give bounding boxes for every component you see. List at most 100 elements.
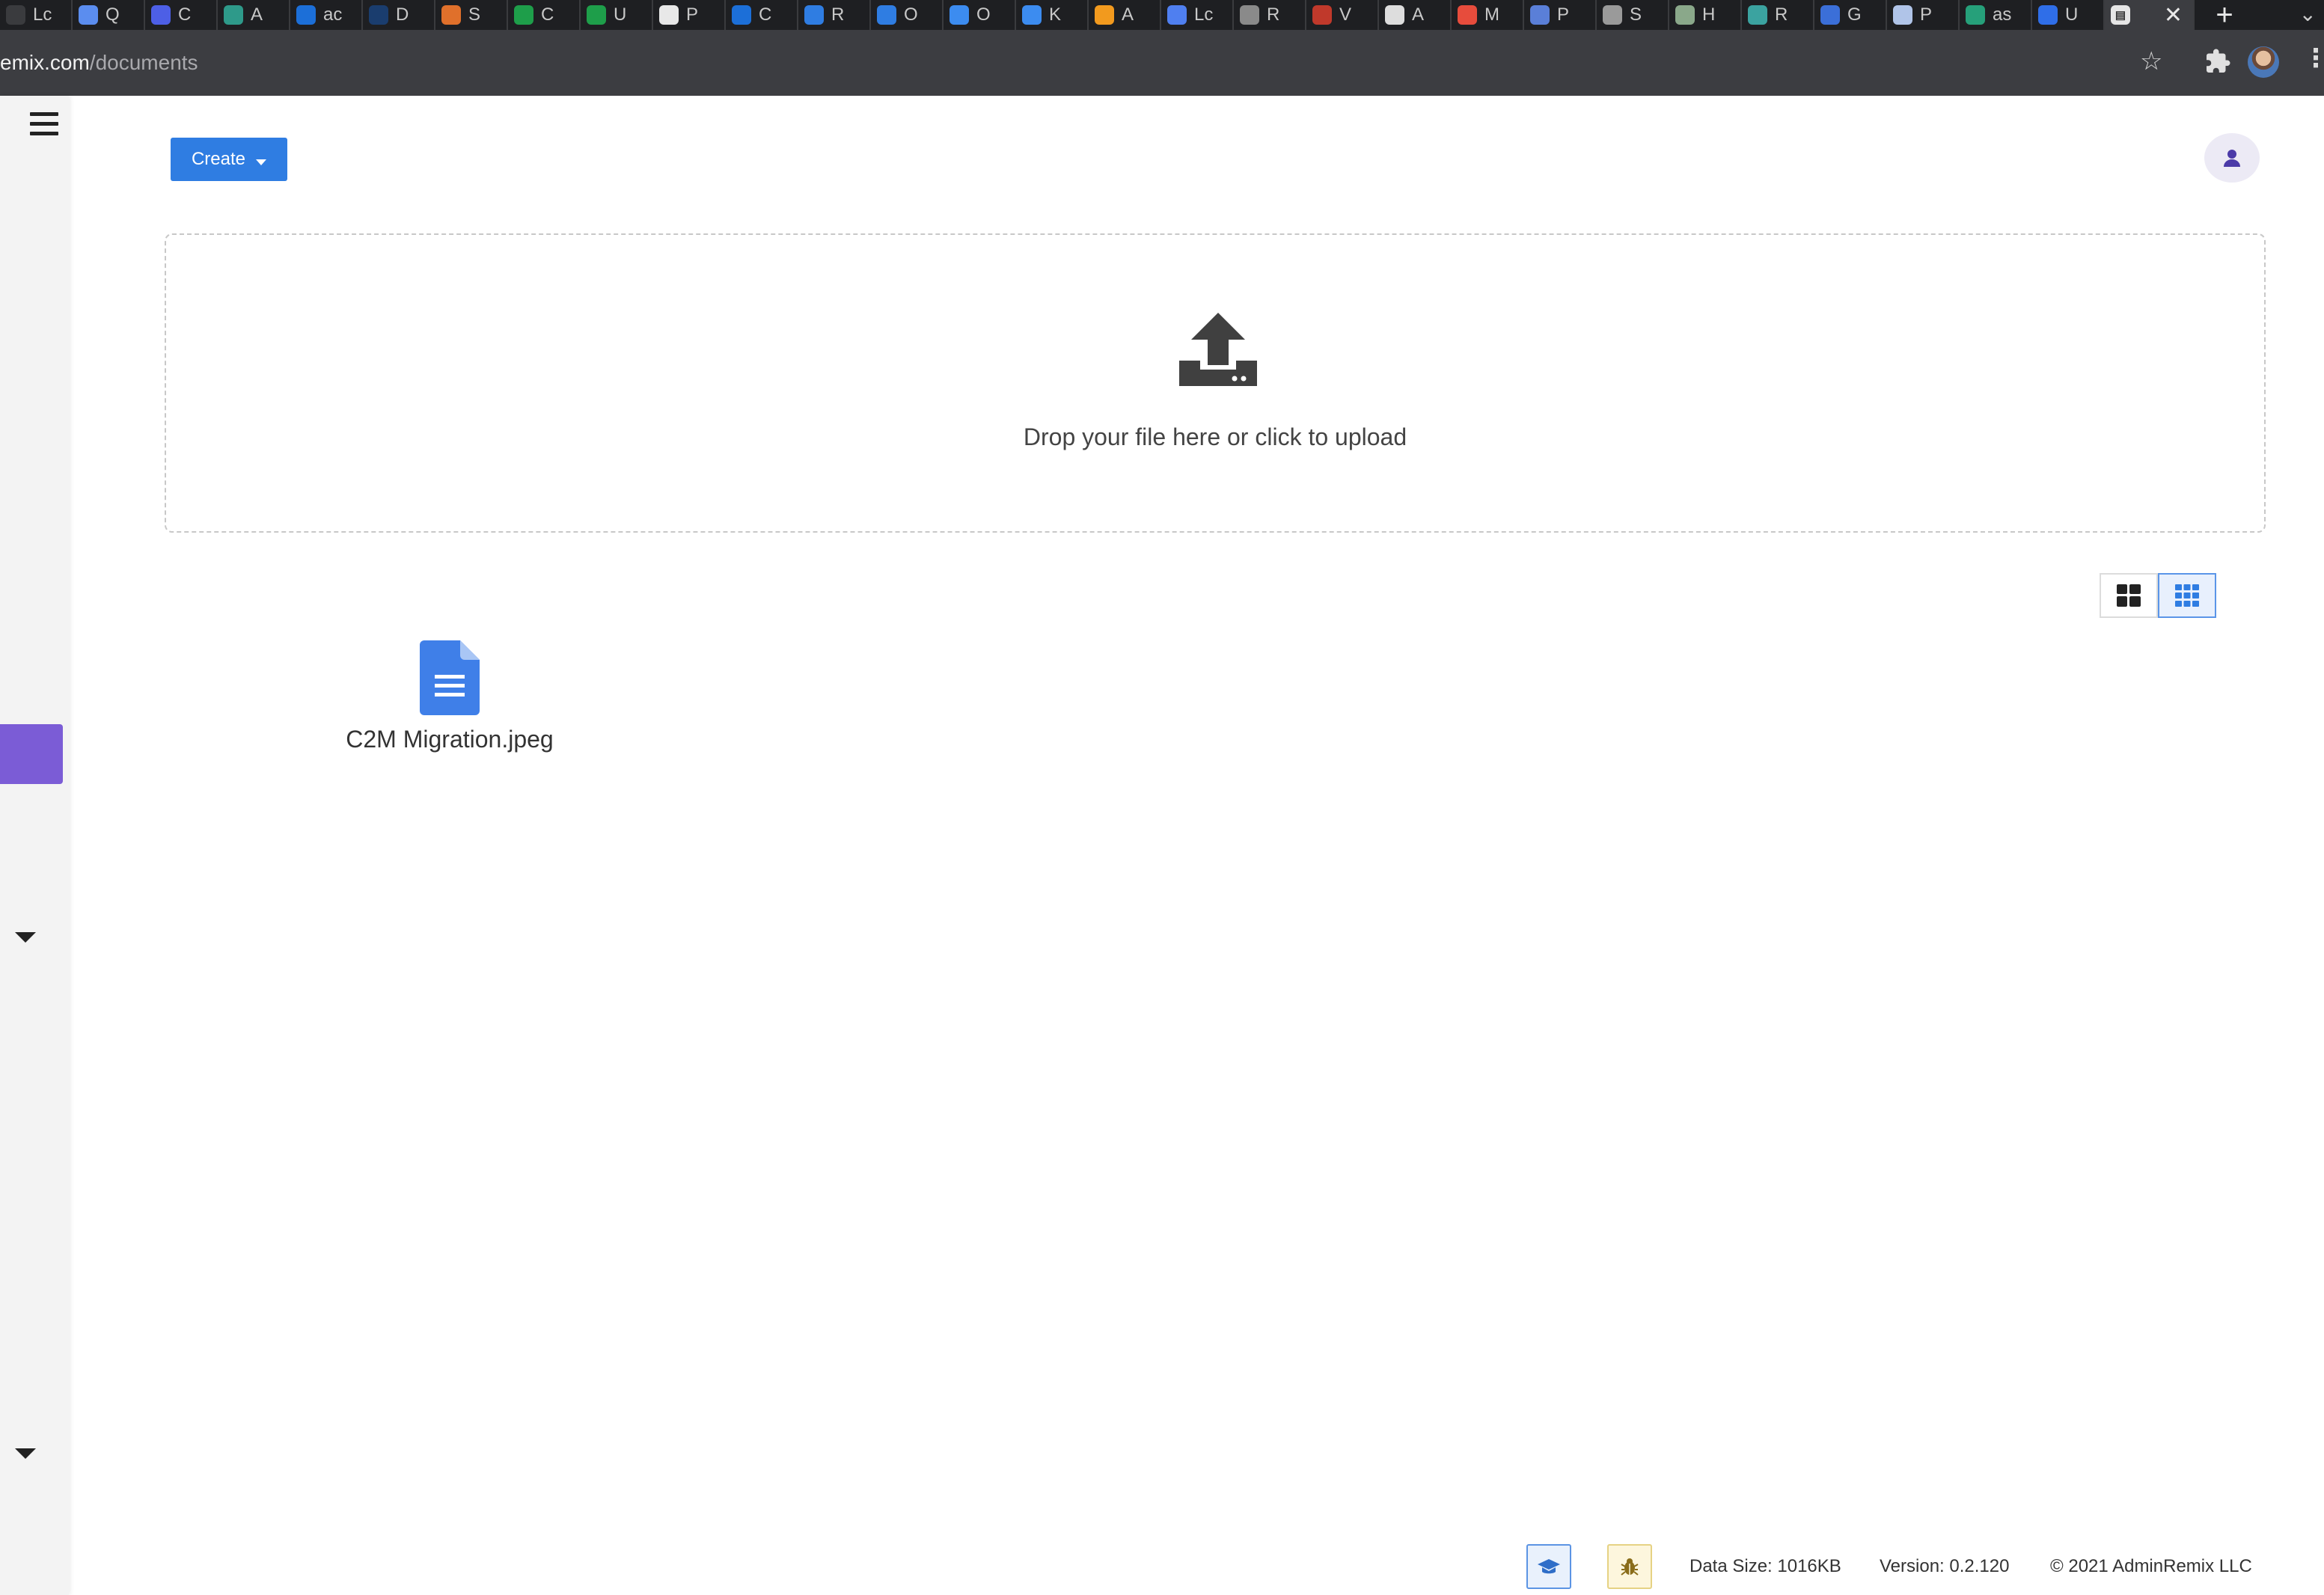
bookmark-star-icon[interactable]: ☆ (2140, 46, 2162, 76)
browser-tab-title: A (1122, 4, 1134, 25)
url-text[interactable]: emix.com/documents (0, 51, 198, 75)
browser-tab[interactable]: A (1089, 0, 1161, 30)
sheets-tab-icon (587, 5, 606, 25)
target-tab-icon (877, 5, 896, 25)
browser-tab[interactable]: O (871, 0, 944, 30)
browser-tab-title: U (614, 4, 627, 25)
large-grid-icon (2117, 584, 2141, 607)
browser-tab-title: P (1557, 4, 1570, 25)
browser-tab-title: as (1993, 4, 2012, 25)
ads-tab-icon (950, 5, 969, 25)
address-bar[interactable]: emix.com/documents ☆ ⋮ (0, 30, 2324, 96)
upload-icon (1179, 313, 1257, 386)
create-button-label: Create (191, 149, 246, 169)
browser-tab[interactable]: Lc (0, 0, 73, 30)
hamburger-menu-icon[interactable] (30, 112, 58, 136)
admin-remix-tab-icon: ▤ (2111, 5, 2130, 25)
image-tab-icon (1603, 5, 1622, 25)
browser-tab[interactable]: R (798, 0, 871, 30)
browser-tab[interactable]: ac (290, 0, 363, 30)
browser-tab[interactable]: P (1887, 0, 1960, 30)
sidebar-expand-caret-icon[interactable] (15, 1448, 36, 1459)
browser-tab[interactable]: C (145, 0, 218, 30)
file-upload-dropzone[interactable]: Drop your file here or click to upload (165, 233, 2266, 533)
sheets-tab-icon (514, 5, 533, 25)
browser-tab[interactable]: U (581, 0, 653, 30)
browser-tab-title: V (1339, 4, 1352, 25)
browser-tab-title: S (468, 4, 481, 25)
circle-tab-icon (1675, 5, 1695, 25)
browser-tab[interactable]: Q (73, 0, 145, 30)
browser-tab[interactable]: A (1379, 0, 1452, 30)
tab-search-icon[interactable]: ⌄ (2299, 1, 2317, 26)
caret-down-icon (256, 159, 267, 165)
dropzone-instruction: Drop your file here or click to upload (1023, 423, 1407, 450)
view-mode-toggle (2100, 573, 2216, 618)
browser-tab-title: O (976, 4, 991, 25)
c-tab-icon (151, 5, 171, 25)
browser-tab[interactable]: V (1306, 0, 1379, 30)
graduation-cap-icon (1538, 1559, 1560, 1574)
url-host: emix.com (0, 51, 90, 74)
browser-tab-title: C (541, 4, 554, 25)
browser-tab[interactable]: D (363, 0, 435, 30)
browser-tab-active[interactable]: ▤ ✕ (2105, 0, 2195, 30)
browser-tab-title: Lc (33, 4, 52, 25)
browser-menu-icon[interactable]: ⋮ (2303, 43, 2324, 73)
file-item[interactable]: C2M Migration.jpeg (329, 640, 570, 753)
browser-tab[interactable]: R (1234, 0, 1306, 30)
browser-tab-title: A (251, 4, 263, 25)
create-dropdown-button[interactable]: Create (171, 138, 287, 181)
browser-tab-title: M (1484, 4, 1499, 25)
shield-tab-icon (2038, 5, 2058, 25)
close-tab-icon[interactable]: ✕ (2164, 2, 2183, 28)
browser-tab[interactable]: M (1452, 0, 1524, 30)
ads-tab-icon (1022, 5, 1042, 25)
browser-tab[interactable]: S (1597, 0, 1669, 30)
new-tab-button[interactable]: + (2195, 0, 2254, 30)
browser-tab[interactable]: H (1669, 0, 1742, 30)
browser-tab-title: Lc (1194, 4, 1214, 25)
small-grid-view-button[interactable] (2158, 573, 2216, 618)
browser-tab[interactable]: U (2032, 0, 2105, 30)
browser-tab[interactable]: R (1742, 0, 1814, 30)
leaf-tab-icon (732, 5, 751, 25)
browser-tab[interactable]: P (653, 0, 726, 30)
browser-tab[interactable]: S (435, 0, 508, 30)
browser-tab[interactable]: Lc (1161, 0, 1234, 30)
sidebar-item-active[interactable] (0, 724, 63, 784)
q-tab-icon (79, 5, 98, 25)
browser-tab[interactable]: C (508, 0, 581, 30)
browser-profile-avatar[interactable] (2248, 46, 2279, 78)
github-tab-icon (659, 5, 679, 25)
file-name: C2M Migration.jpeg (346, 726, 554, 753)
browser-tab-title: R (1775, 4, 1788, 25)
tutorial-button[interactable] (1526, 1544, 1571, 1589)
browser-tab-title: R (831, 4, 845, 25)
browser-tab[interactable]: A (218, 0, 290, 30)
m-tab-icon (1458, 5, 1477, 25)
shop-tab-icon (1893, 5, 1912, 25)
browser-tab[interactable]: K (1016, 0, 1089, 30)
star-tab-icon (441, 5, 461, 25)
report-bug-button[interactable] (1607, 1544, 1652, 1589)
document-file-icon (420, 640, 480, 715)
browser-tab[interactable]: P (1524, 0, 1597, 30)
browser-tab-title: R (1267, 4, 1280, 25)
data-size-label: Data Size: 1016KB (1690, 1556, 1841, 1576)
user-account-button[interactable] (2204, 133, 2260, 183)
version-label: Version: 0.2.120 (1880, 1556, 2010, 1576)
w-tab-icon (369, 5, 388, 25)
doc-tab-icon (1167, 5, 1187, 25)
browser-tab-title: P (686, 4, 699, 25)
sidebar-expand-caret-icon[interactable] (15, 932, 36, 943)
browser-tab[interactable]: as (1960, 0, 2032, 30)
browser-tab[interactable]: C (726, 0, 798, 30)
extensions-puzzle-icon[interactable] (2204, 48, 2231, 75)
large-grid-view-button[interactable] (2100, 573, 2158, 618)
browser-tab-title: U (2065, 4, 2079, 25)
browser-tab[interactable]: O (944, 0, 1016, 30)
browser-tab-title: D (396, 4, 409, 25)
browser-tab[interactable]: G (1814, 0, 1887, 30)
browser-tab-title: C (759, 4, 772, 25)
